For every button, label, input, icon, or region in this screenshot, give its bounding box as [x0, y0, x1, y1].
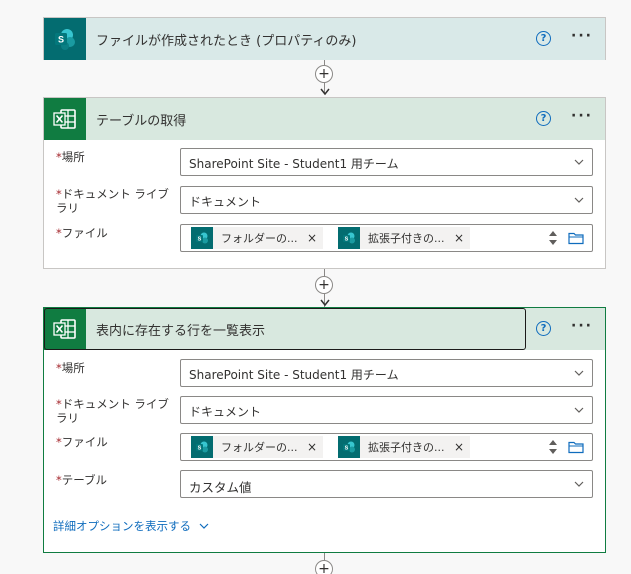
show-advanced-options-link[interactable]: 詳細オプションを表示する: [53, 518, 209, 534]
location-value: SharePoint Site - Student1 用チーム: [189, 368, 399, 382]
insert-step-button[interactable]: +: [315, 65, 333, 83]
file-label: *ファイル: [56, 226, 108, 240]
excel-icon: [44, 98, 86, 140]
library-dropdown[interactable]: ドキュメント: [180, 396, 593, 424]
list-rows-card[interactable]: 表内に存在する行を一覧表示 ? ··· *場所 SharePoint Site …: [43, 307, 606, 553]
file-input[interactable]: S フォルダーの... × S 拡張子付きの... ×: [180, 224, 593, 252]
more-options-icon[interactable]: ···: [571, 108, 593, 124]
table-label: *テーブル: [56, 473, 108, 487]
connector-arrow-icon: [319, 88, 330, 96]
spinner-arrows-icon[interactable]: [548, 229, 558, 247]
library-label: *ドキュメント ライブ ラリ: [56, 397, 169, 425]
dynamic-content-token[interactable]: S フォルダーの... ×: [191, 436, 324, 458]
dynamic-content-token[interactable]: S 拡張子付きの... ×: [338, 227, 471, 249]
library-value: ドキュメント: [189, 195, 262, 209]
chevron-down-icon: [574, 481, 584, 487]
location-dropdown[interactable]: SharePoint Site - Student1 用チーム: [180, 148, 593, 176]
svg-text:S: S: [198, 446, 202, 452]
chevron-down-icon: [574, 197, 584, 203]
dynamic-content-token[interactable]: S 拡張子付きの... ×: [338, 436, 471, 458]
svg-text:S: S: [345, 237, 349, 243]
file-row: *ファイル S フォルダーの... × S 拡張子付きの... ×: [44, 224, 605, 254]
chevron-down-icon: [574, 370, 584, 376]
library-dropdown[interactable]: ドキュメント: [180, 186, 593, 214]
token-label: 拡張子付きの...: [368, 232, 445, 245]
location-dropdown[interactable]: SharePoint Site - Student1 用チーム: [180, 359, 593, 387]
table-value: カスタム値: [189, 480, 252, 495]
sharepoint-icon: S: [338, 436, 360, 458]
help-icon[interactable]: ?: [536, 31, 551, 46]
token-label: 拡張子付きの...: [368, 441, 445, 454]
location-row: *場所 SharePoint Site - Student1 用チーム: [44, 148, 605, 178]
get-tables-card-title[interactable]: テーブルの取得: [96, 110, 605, 129]
file-input[interactable]: S フォルダーの... × S 拡張子付きの... ×: [180, 433, 593, 461]
folder-icon[interactable]: [568, 440, 584, 454]
remove-token-icon[interactable]: ×: [307, 231, 317, 245]
sharepoint-icon: S: [191, 436, 213, 458]
table-dropdown[interactable]: カスタム値: [180, 470, 593, 498]
token-label: フォルダーの...: [221, 441, 298, 454]
more-options-icon[interactable]: ···: [571, 318, 593, 334]
sharepoint-icon: S: [44, 18, 86, 60]
excel-icon: [44, 308, 86, 350]
remove-token-icon[interactable]: ×: [307, 440, 317, 454]
spinner-arrows-icon[interactable]: [548, 438, 558, 456]
list-rows-card-header[interactable]: 表内に存在する行を一覧表示 ? ···: [44, 308, 605, 350]
trigger-card[interactable]: S ファイルが作成されたとき (プロパティのみ) ? ···: [43, 17, 606, 60]
get-tables-card[interactable]: テーブルの取得 ? ··· *場所 SharePoint Site - Stud…: [43, 97, 606, 269]
help-icon[interactable]: ?: [536, 321, 551, 336]
help-icon[interactable]: ?: [536, 111, 551, 126]
flow-designer-canvas: S ファイルが作成されたとき (プロパティのみ) ? ··· + テーブルの取得…: [0, 0, 631, 574]
chevron-down-icon: [574, 159, 584, 165]
library-row: *ドキュメント ライブ ラリ ドキュメント: [44, 396, 605, 426]
library-row: *ドキュメント ライブ ラリ ドキュメント: [44, 186, 605, 216]
library-value: ドキュメント: [189, 405, 262, 419]
insert-step-button[interactable]: +: [315, 560, 333, 574]
remove-token-icon[interactable]: ×: [454, 231, 464, 245]
location-value: SharePoint Site - Student1 用チーム: [189, 157, 399, 171]
file-label: *ファイル: [56, 435, 108, 449]
location-row: *場所 SharePoint Site - Student1 用チーム: [44, 359, 605, 389]
list-rows-card-title[interactable]: 表内に存在する行を一覧表示: [96, 320, 605, 339]
location-label: *場所: [56, 361, 85, 375]
chevron-down-icon: [574, 407, 584, 413]
file-row: *ファイル S フォルダーの... × S 拡張子付きの... ×: [44, 433, 605, 463]
more-options-icon[interactable]: ···: [571, 28, 593, 44]
trigger-card-header[interactable]: S ファイルが作成されたとき (プロパティのみ) ? ···: [44, 18, 605, 60]
insert-step-button[interactable]: +: [315, 276, 333, 294]
library-label: *ドキュメント ライブ ラリ: [56, 187, 169, 215]
table-row: *テーブル カスタム値: [44, 470, 605, 500]
location-label: *場所: [56, 150, 85, 164]
remove-token-icon[interactable]: ×: [454, 440, 464, 454]
svg-text:S: S: [345, 446, 349, 452]
trigger-card-title[interactable]: ファイルが作成されたとき (プロパティのみ): [96, 30, 605, 49]
sharepoint-icon: S: [338, 227, 360, 249]
folder-icon[interactable]: [568, 231, 584, 245]
get-tables-card-header[interactable]: テーブルの取得 ? ···: [44, 98, 605, 140]
chevron-down-icon: [199, 523, 209, 529]
svg-text:S: S: [58, 35, 64, 45]
token-label: フォルダーの...: [221, 232, 298, 245]
connector-arrow-icon: [319, 299, 330, 307]
sharepoint-icon: S: [191, 227, 213, 249]
dynamic-content-token[interactable]: S フォルダーの... ×: [191, 227, 324, 249]
svg-text:S: S: [198, 237, 202, 243]
